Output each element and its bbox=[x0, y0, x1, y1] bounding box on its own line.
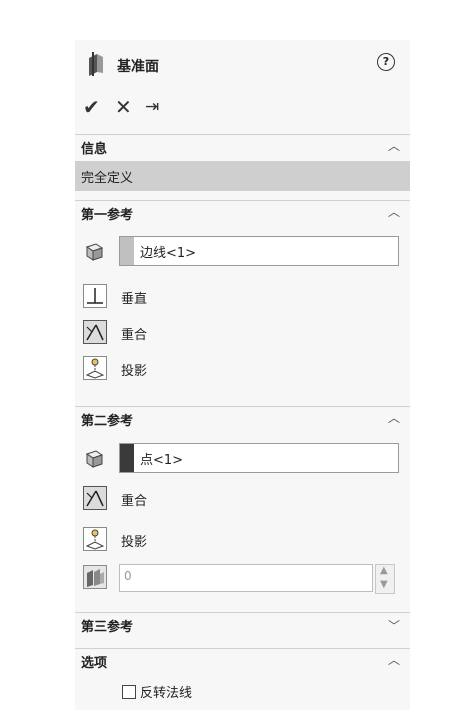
first-ref-section-header[interactable]: 第一参考 ︿ bbox=[75, 200, 410, 225]
instance-count-input[interactable]: 0 bbox=[119, 564, 373, 592]
perpendicular-button[interactable] bbox=[83, 284, 107, 308]
chevron-up-icon[interactable]: ︿ bbox=[388, 651, 400, 668]
plane-icon bbox=[85, 52, 107, 76]
chevron-up-icon[interactable]: ︿ bbox=[388, 137, 400, 154]
perpendicular-label: 垂直 bbox=[121, 292, 148, 307]
plane-property-manager: 基准面 ? ✔ ✕ ⇥ 信息 ︿ 完全定义 第一参考 ︿ 边线<1> 垂直 重合… bbox=[75, 40, 410, 710]
chevron-up-icon[interactable]: ︿ bbox=[388, 409, 400, 426]
flip-normal-checkbox[interactable] bbox=[122, 685, 136, 699]
coincident-icon bbox=[86, 324, 104, 341]
pin-icon[interactable]: ⇥ bbox=[145, 97, 159, 117]
options-heading: 选项 bbox=[81, 656, 108, 671]
coincident-label: 重合 bbox=[121, 328, 148, 343]
instance-count-icon bbox=[83, 565, 107, 589]
first-ref-heading: 第一参考 bbox=[81, 208, 134, 223]
panel-title: 基准面 bbox=[117, 59, 159, 75]
coincident-label: 重合 bbox=[121, 494, 148, 509]
third-ref-heading: 第三参考 bbox=[81, 620, 134, 635]
options-section-header[interactable]: 选项 ︿ bbox=[75, 648, 410, 673]
spin-up-icon[interactable]: ▲ bbox=[380, 565, 388, 576]
projection-icon bbox=[85, 529, 105, 550]
second-ref-selection: 点<1> bbox=[140, 453, 184, 468]
projection-button[interactable] bbox=[83, 527, 107, 551]
projection-label: 投影 bbox=[121, 535, 148, 550]
coincident-icon bbox=[86, 490, 104, 507]
first-ref-selection: 边线<1> bbox=[140, 246, 197, 261]
second-ref-selection-box[interactable]: 点<1> bbox=[119, 443, 399, 473]
cube-icon bbox=[83, 240, 105, 262]
info-heading: 信息 bbox=[81, 142, 108, 157]
perpendicular-icon bbox=[87, 288, 103, 304]
instance-count-value: 0 bbox=[124, 569, 132, 583]
first-ref-selection-box[interactable]: 边线<1> bbox=[119, 236, 399, 266]
cube-icon bbox=[83, 447, 105, 469]
help-icon[interactable]: ? bbox=[377, 53, 395, 71]
projection-label: 投影 bbox=[121, 364, 148, 379]
selection-color-swatch bbox=[120, 237, 134, 265]
status-text: 完全定义 bbox=[81, 171, 134, 186]
projection-icon bbox=[85, 358, 105, 379]
chevron-down-icon[interactable]: ﹀ bbox=[388, 617, 400, 634]
spinner[interactable]: ▲ ▼ bbox=[375, 564, 395, 594]
flip-normal-label: 反转法线 bbox=[140, 686, 193, 701]
coincident-button[interactable] bbox=[83, 320, 107, 344]
confirm-icon[interactable]: ✔ bbox=[83, 95, 100, 119]
second-ref-section-header[interactable]: 第二参考 ︿ bbox=[75, 406, 410, 431]
selection-color-swatch bbox=[120, 444, 134, 472]
third-ref-section-header[interactable]: 第三参考 ﹀ bbox=[75, 612, 410, 637]
cancel-icon[interactable]: ✕ bbox=[115, 95, 132, 119]
second-ref-heading: 第二参考 bbox=[81, 414, 134, 429]
status-bar: 完全定义 bbox=[75, 161, 410, 191]
coincident-button[interactable] bbox=[83, 486, 107, 510]
spin-down-icon[interactable]: ▼ bbox=[380, 579, 388, 590]
projection-button[interactable] bbox=[83, 356, 107, 380]
info-section-header[interactable]: 信息 ︿ bbox=[75, 134, 410, 159]
chevron-up-icon[interactable]: ︿ bbox=[388, 203, 400, 220]
